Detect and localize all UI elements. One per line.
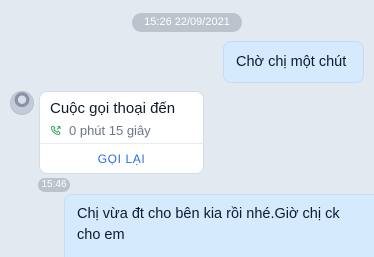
call-duration: 0 phút 15 giây [69, 123, 151, 138]
call-title: Cuộc gọi thoại đến [50, 100, 176, 117]
chat-conversation: 15:26 22/09/2021 Chờ chị một chút Cuộc g… [0, 0, 374, 257]
call-duration-row: 0 phút 15 giây [50, 123, 151, 138]
date-badge: 15:26 22/09/2021 [132, 13, 242, 32]
call-back-button[interactable]: GỌI LẠI [40, 144, 203, 174]
time-badge: 15:46 [38, 178, 70, 192]
outgoing-message[interactable]: Chờ chị một chút [223, 41, 364, 83]
contact-avatar[interactable] [10, 91, 34, 115]
phone-icon [50, 125, 61, 135]
outgoing-message[interactable]: Chị vừa đt cho bên kia rồi nhé.Giờ chị c… [64, 194, 374, 257]
incoming-call-card[interactable]: Cuộc gọi thoại đến 0 phút 15 giây GỌI LẠ… [39, 91, 204, 174]
